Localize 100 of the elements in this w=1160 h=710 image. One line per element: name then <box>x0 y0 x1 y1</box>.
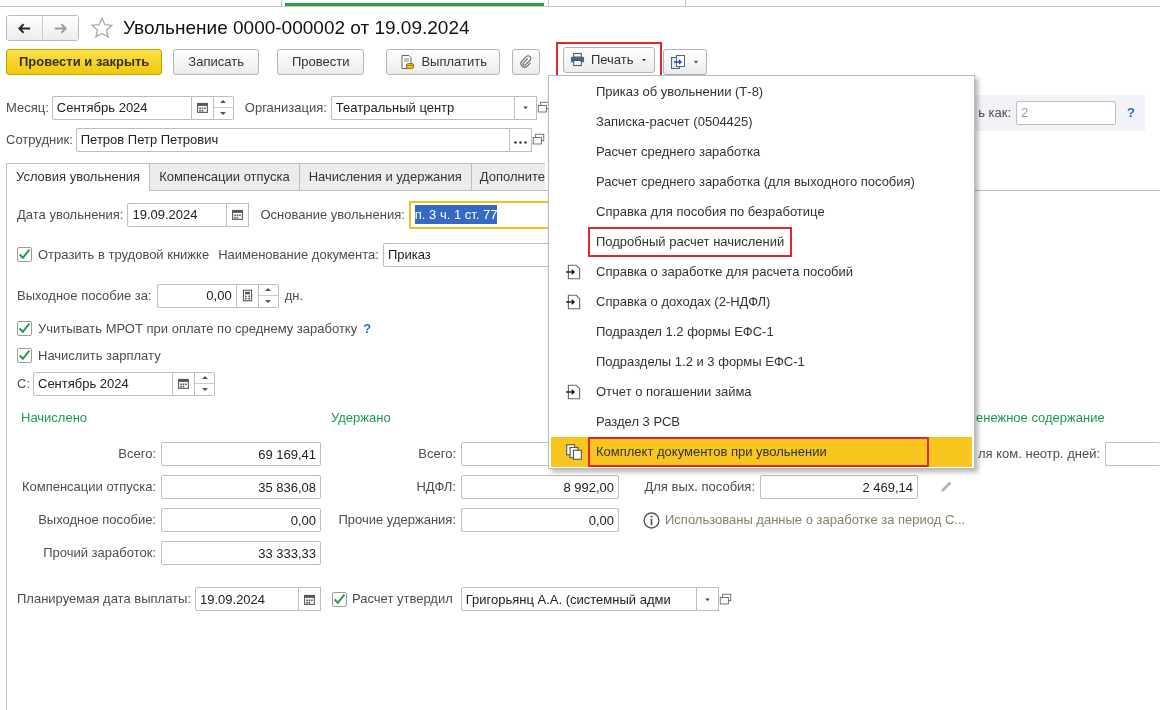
input-field[interactable]: 0,00 <box>461 508 619 532</box>
field-label: НДФЛ: <box>415 478 456 497</box>
ellipsis-icon <box>513 141 527 144</box>
field-label: ля ком. неотр. дней: <box>978 445 1101 464</box>
star-icon[interactable] <box>91 17 113 40</box>
select-button[interactable] <box>509 127 532 152</box>
document-arrow-icon <box>565 263 583 281</box>
menu-item[interactable]: Расчет среднего заработка (для выходного пособия) <box>551 167 972 197</box>
field-label: Месяц: <box>6 98 49 117</box>
menu-item[interactable]: Записка-расчет (0504425) <box>551 107 972 137</box>
toolbar-button[interactable]: Провести <box>276 48 365 75</box>
check-icon <box>333 592 346 606</box>
attach-button[interactable] <box>511 48 540 75</box>
field-label: ь как: <box>978 103 1012 122</box>
input-field[interactable]: 33 333,33 <box>161 541 321 565</box>
checkbox-label: Начислить зарплату <box>38 347 161 365</box>
calendar-icon <box>231 208 245 221</box>
info-icon <box>643 511 660 529</box>
documents-arrow-icon <box>669 53 686 70</box>
input-field[interactable]: 2 469,14 <box>760 475 918 499</box>
input-field[interactable]: 0,00 <box>156 283 237 308</box>
tab[interactable]: Дополните <box>470 162 546 190</box>
input-field[interactable]: Сентябрь 2024 <box>33 371 173 396</box>
open-icon <box>718 592 732 606</box>
calendar-button[interactable] <box>191 95 214 120</box>
paperclip-icon <box>518 54 533 69</box>
field-label: Организация: <box>244 98 327 117</box>
spin-button[interactable] <box>213 95 234 120</box>
checkbox[interactable] <box>17 348 32 364</box>
menu-item[interactable]: Справка для пособия по безработице <box>551 197 972 227</box>
field-label: Прочий заработок: <box>42 544 156 563</box>
menu-item[interactable]: Подробный расчет начислений <box>551 227 972 257</box>
calendar-button[interactable] <box>299 587 321 611</box>
window-title: Увольнение 0000-000002 от 19.09.2024 <box>123 16 470 40</box>
help-link[interactable]: ? <box>363 318 372 338</box>
printer-icon <box>569 52 585 67</box>
field-label: Всего: <box>417 445 456 464</box>
calculator-icon <box>240 289 254 302</box>
menu-item[interactable]: Отчет о погашении займа <box>551 377 972 407</box>
field-label: Компенсации отпуска: <box>20 478 156 497</box>
tab[interactable]: Начисления и удержания <box>298 162 472 190</box>
menu-item[interactable]: Комплект документов при увольнении <box>551 437 972 467</box>
checkbox-label: Отразить в трудовой книжке <box>38 245 210 264</box>
menu-item[interactable]: Справка о заработке для расчета пособий <box>551 257 972 287</box>
section-title: енежное содержание <box>976 409 1105 425</box>
info-note: Использованы данные о заработке за период С... <box>665 511 967 530</box>
checkbox-label: Учитывать МРОТ при оплате по среднему заработку <box>38 319 358 338</box>
calculator-button[interactable] <box>236 283 259 308</box>
field-label: Дата увольнения: <box>17 205 124 224</box>
input-field[interactable]: Петров Петр Петрович <box>75 127 510 152</box>
input-field[interactable] <box>1105 442 1160 466</box>
calendar-button[interactable] <box>227 202 250 227</box>
field-label: Всего: <box>117 445 156 464</box>
menu-item[interactable]: Подраздел 1.2 формы ЕФС-1 <box>551 317 972 347</box>
spin-button[interactable] <box>258 283 279 308</box>
field-label: Основание увольнения: <box>260 205 405 224</box>
menu-item[interactable]: Расчет среднего заработка <box>551 137 972 167</box>
coins-document-icon <box>399 53 416 70</box>
pay-button[interactable]: Выплатить <box>386 48 500 75</box>
checkbox[interactable] <box>17 247 32 262</box>
calendar-icon <box>195 101 209 114</box>
export-button[interactable] <box>662 48 707 75</box>
print-button[interactable]: Печать <box>562 46 655 73</box>
section-title: Начислено <box>21 409 88 425</box>
document-arrow-icon <box>565 293 583 311</box>
menu-item[interactable]: Справка о доходах (2-НДФЛ) <box>551 287 972 317</box>
checkbox[interactable] <box>332 591 347 607</box>
toolbar-button[interactable]: Записать <box>173 48 259 75</box>
input-field[interactable]: Григорьянц А.А. (системный адми <box>460 587 697 611</box>
calendar-icon <box>177 377 190 390</box>
calendar-icon <box>303 592 316 606</box>
input-field[interactable]: 19.09.2024 <box>127 202 228 227</box>
field-label: Наименование документа: <box>218 245 379 264</box>
field-label: С: <box>17 374 30 393</box>
post-and-close-button[interactable]: Провести и закрыть <box>6 48 163 75</box>
unit-label: дн. <box>284 286 304 305</box>
calendar-button[interactable] <box>173 371 195 396</box>
check-icon <box>18 321 31 335</box>
input-field[interactable]: Театральный центр <box>330 95 515 120</box>
field-label: Прочие удержания: <box>337 511 456 530</box>
spin-button[interactable] <box>195 371 215 396</box>
input-field[interactable]: 69 169,41 <box>161 442 321 466</box>
menu-item[interactable]: Подразделы 1.2 и 3 формы ЕФС-1 <box>551 347 972 377</box>
tab[interactable]: Условия увольнения <box>6 162 151 191</box>
section-title: Удержано <box>331 409 391 425</box>
tab[interactable]: Компенсации отпуска <box>149 162 300 190</box>
input-field[interactable]: 35 836,08 <box>161 475 321 499</box>
menu-item[interactable]: Приказ об увольнении (Т-8) <box>551 77 972 107</box>
input-field[interactable]: Приказ <box>382 242 549 267</box>
check-icon <box>18 248 31 261</box>
input-field[interactable]: 19.09.2024 <box>195 587 299 611</box>
documents-icon <box>565 443 583 461</box>
open-icon <box>531 133 545 146</box>
menu-item[interactable]: Раздел 3 РСВ <box>551 407 972 437</box>
back-button[interactable] <box>7 16 42 41</box>
input-field[interactable]: 0,00 <box>161 508 321 532</box>
field-label: Планируемая дата выплаты: <box>17 590 191 609</box>
input-field[interactable]: Сентябрь 2024 <box>51 95 192 120</box>
checkbox[interactable] <box>17 320 32 336</box>
input-field[interactable]: 8 992,00 <box>461 475 619 499</box>
